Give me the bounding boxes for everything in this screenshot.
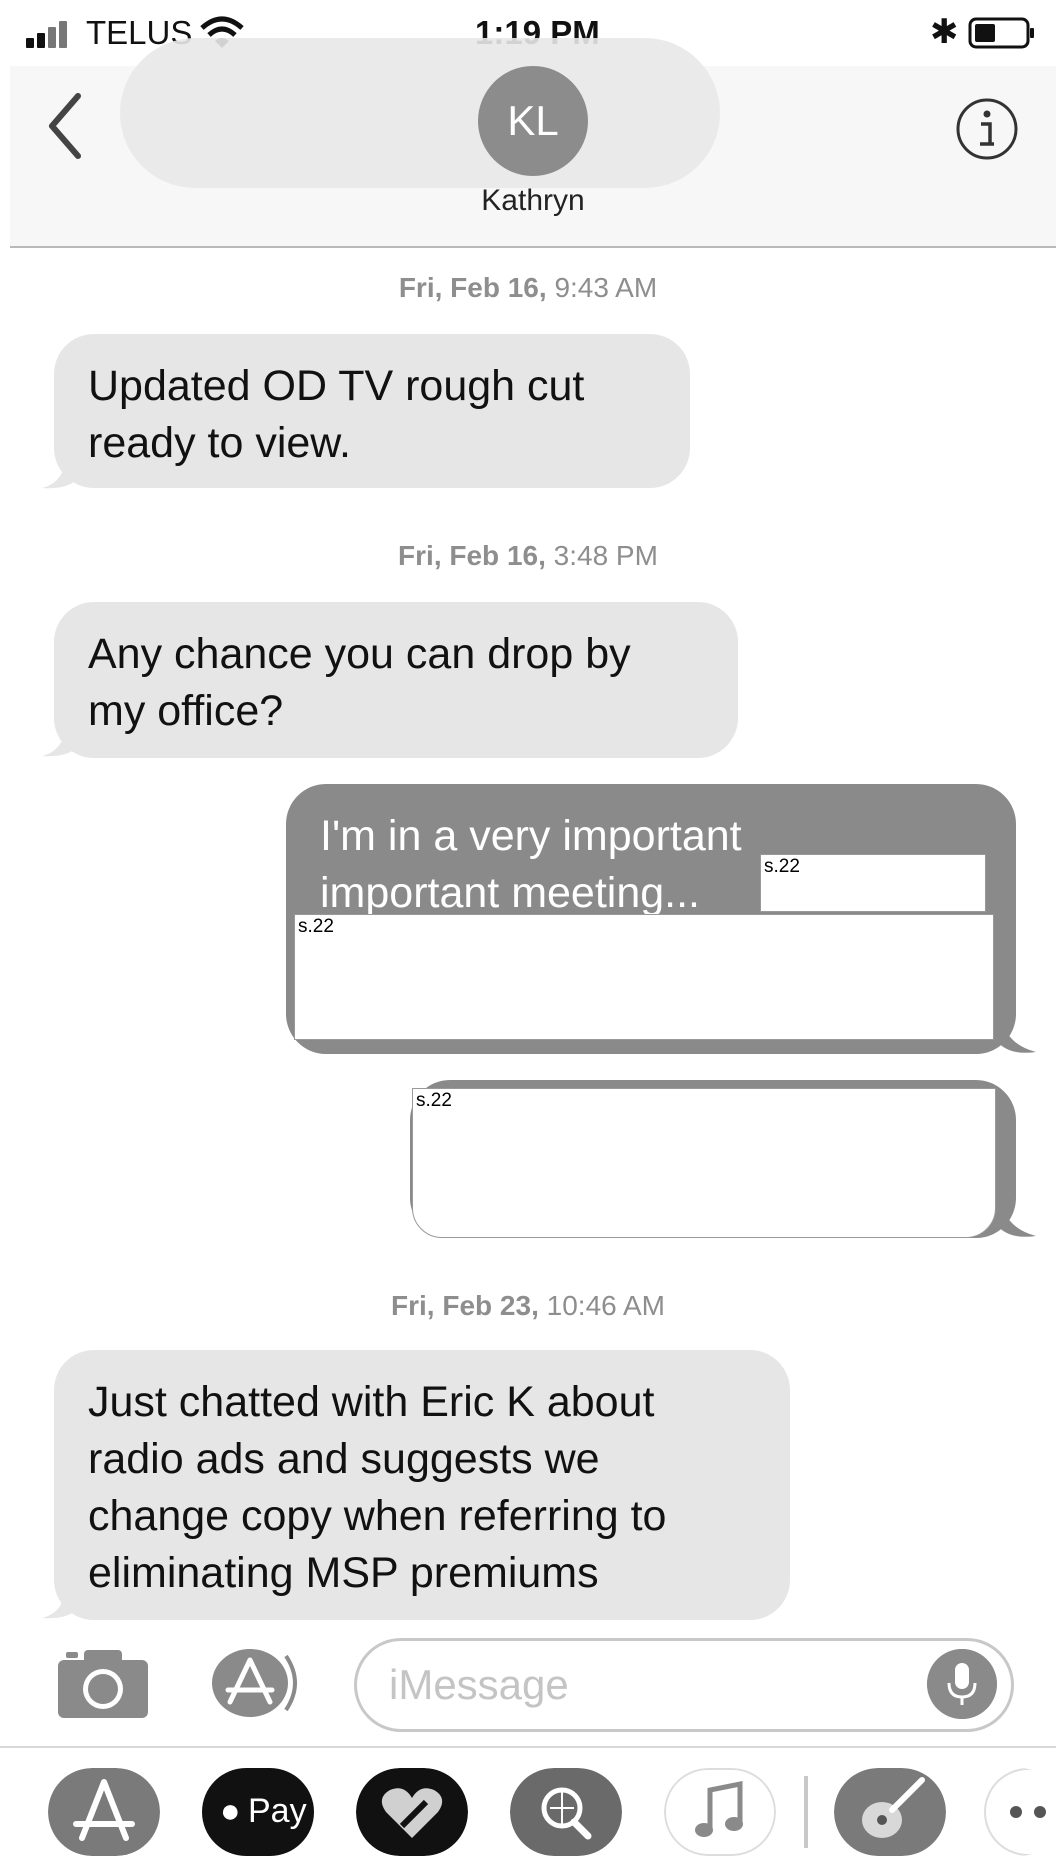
web-search-icon[interactable]: [510, 1768, 622, 1856]
message-line: Any chance you can drop by: [88, 630, 631, 678]
timestamp: Fri, Feb 16, 9:43 AM: [398, 272, 658, 303]
music-icon[interactable]: [664, 1768, 776, 1856]
bubble-tail: [42, 720, 80, 757]
app-drawer: ● Pay: [0, 1746, 1056, 1860]
redaction-label: s.22: [416, 1090, 452, 1111]
timestamp: Fri, Feb 23, 10:46 AM: [391, 1290, 665, 1321]
back-chevron-icon[interactable]: [40, 86, 90, 166]
info-icon[interactable]: [954, 96, 1020, 162]
header-smudge: [120, 38, 720, 188]
more-apps-icon[interactable]: [984, 1768, 1056, 1856]
message-line: eliminating MSP premiums: [88, 1549, 599, 1597]
conversation-header: KL Kathryn: [10, 38, 1056, 248]
microphone-icon[interactable]: [927, 1649, 997, 1719]
contact-avatar[interactable]: KL: [478, 66, 588, 176]
apple-pay-label: Pay: [248, 1792, 307, 1830]
message-line: Just chatted with Eric K about: [88, 1378, 655, 1426]
bubble-tail: [996, 1012, 1036, 1053]
message-input[interactable]: [387, 1653, 911, 1717]
app-store-drawer-icon[interactable]: [48, 1768, 160, 1856]
incoming-message-bubble[interactable]: Updated OD TV rough cut ready to view.: [54, 334, 690, 488]
timestamp: Fri, Feb 16, 3:48 PM: [398, 540, 658, 571]
compose-bar: [0, 1620, 1056, 1750]
bluetooth-icon: ✱: [930, 13, 959, 51]
incoming-message-bubble[interactable]: Just chatted with Eric K about radio ads…: [54, 1350, 790, 1620]
message-line: ready to view.: [88, 419, 351, 467]
bubble-tail: [996, 1196, 1036, 1237]
redaction-box: s.22: [412, 1088, 996, 1238]
bubble-tail: [42, 1582, 80, 1619]
message-line: change copy when referring to: [88, 1492, 667, 1540]
digital-touch-icon[interactable]: [356, 1768, 468, 1856]
message-line: radio ads and suggests we: [88, 1435, 600, 1483]
message-line: my office?: [88, 687, 284, 735]
imessage-field[interactable]: [354, 1638, 1014, 1732]
signal-icon: [26, 20, 74, 48]
contact-name[interactable]: Kathryn: [410, 184, 656, 218]
apple-logo: ●: [220, 1792, 241, 1830]
redaction-label: s.22: [764, 856, 800, 877]
drawer-divider: [804, 1776, 808, 1848]
redaction-box: s.22: [294, 914, 994, 1040]
message-line: Updated OD TV rough cut: [88, 362, 585, 410]
redaction-label: s.22: [298, 916, 334, 937]
incoming-message-bubble[interactable]: Any chance you can drop by my office?: [54, 602, 738, 758]
battery-icon: [968, 17, 1034, 49]
garageband-icon[interactable]: [834, 1768, 946, 1856]
bubble-tail: [42, 452, 80, 489]
redaction-box: s.22: [760, 854, 986, 912]
apple-pay-icon[interactable]: ● Pay: [202, 1768, 314, 1856]
camera-icon[interactable]: [56, 1648, 150, 1720]
app-store-icon[interactable]: [208, 1646, 304, 1720]
